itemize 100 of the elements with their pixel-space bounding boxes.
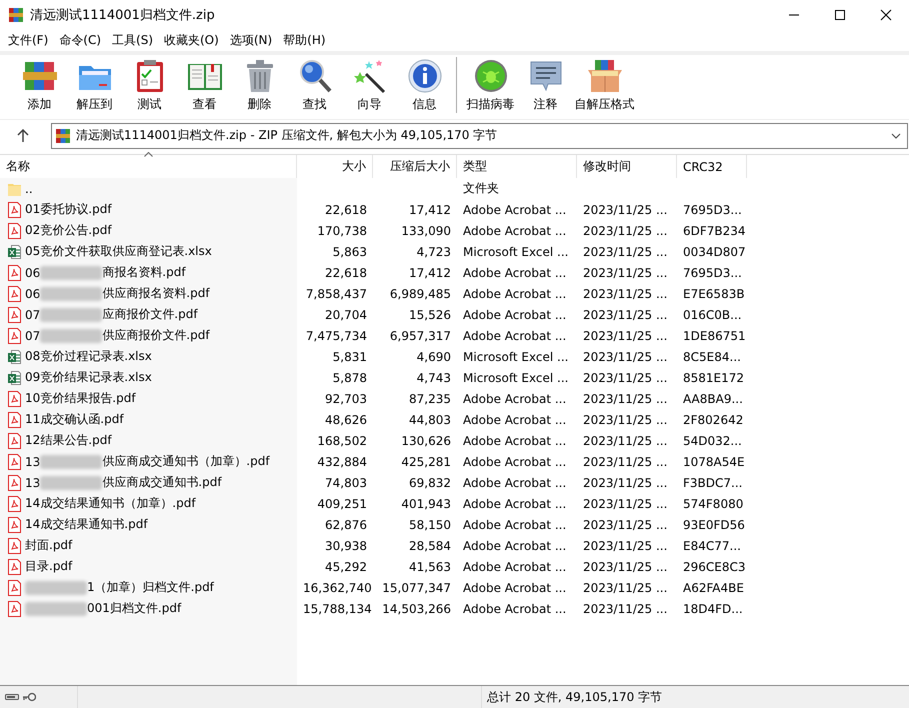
file-name[interactable]: 12结果公告.pdf xyxy=(25,432,112,449)
table-cell-text: 130,626 xyxy=(400,434,452,448)
maximize-icon[interactable] xyxy=(834,9,846,21)
menu-item[interactable]: 文件(F) xyxy=(4,32,56,49)
table-cell-text: 170,738 xyxy=(316,224,368,238)
menu-item[interactable]: 选项(N) xyxy=(226,32,280,49)
file-name[interactable]: 06 xyxy=(25,266,40,280)
table-cell-text: 401,943 xyxy=(400,496,452,510)
toolbar-button[interactable]: 解压到 xyxy=(67,55,122,113)
file-name[interactable]: 05竞价文件获取供应商登记表.xlsx xyxy=(25,243,212,260)
table-cell-text: Adobe Acrobat ... xyxy=(462,328,568,342)
pdf-file-icon xyxy=(8,558,21,574)
menu-item[interactable]: 帮助(H) xyxy=(279,32,333,49)
table-cell-text: 18D4FD... xyxy=(682,602,744,616)
file-name[interactable]: 供应商成交通知书（加章）.pdf xyxy=(102,453,270,470)
toolbar-button[interactable]: 注释 xyxy=(518,55,573,113)
file-name[interactable]: 应商报价文件.pdf xyxy=(102,306,198,323)
file-name[interactable]: 14成交结果通知书.pdf xyxy=(25,516,148,533)
file-name[interactable]: 商报名资料.pdf xyxy=(102,264,186,281)
toolbar-button[interactable]: 扫描病毒 xyxy=(463,55,518,113)
menu-item[interactable]: 工具(S) xyxy=(108,32,160,49)
table-cell-text: 16,362,740 xyxy=(302,580,373,594)
table-cell-text: Adobe Acrobat ... xyxy=(462,602,568,616)
info-icon xyxy=(406,58,442,94)
table-cell-text: 2023/11/25 ... xyxy=(582,538,668,552)
up-arrow-icon[interactable] xyxy=(17,128,29,142)
pdf-file-icon xyxy=(8,328,21,344)
toolbar-button[interactable]: 测试 xyxy=(122,55,177,113)
file-name[interactable]: 14成交结果通知书（加章）.pdf xyxy=(25,495,196,512)
table-cell-text: 6,957,317 xyxy=(388,328,452,342)
table-cell-text: A62FA4BE xyxy=(682,580,745,594)
table-cell-text: Microsoft Excel ... xyxy=(462,350,570,364)
column-header[interactable]: 类型 xyxy=(457,155,577,178)
table-cell-text: 2023/11/25 ... xyxy=(582,244,668,258)
toolbar-button[interactable]: 查看 xyxy=(177,55,232,113)
table-cell-text: 8C5E84... xyxy=(682,350,742,364)
column-header[interactable]: 压缩后大小 xyxy=(373,155,457,178)
spreadsheet-file-icon xyxy=(8,370,21,386)
file-name[interactable]: 1（加章）归档文件.pdf xyxy=(87,579,214,596)
table-cell-text: 22,618 xyxy=(324,266,368,280)
toolbar-button[interactable]: 自解压格式 xyxy=(573,55,636,113)
file-name[interactable]: 02竞价公告.pdf xyxy=(25,222,112,239)
file-name[interactable]: 10竞价结果报告.pdf xyxy=(25,390,136,407)
table-cell-text: 87,235 xyxy=(408,392,452,406)
table-cell-text: Adobe Acrobat ... xyxy=(462,538,568,552)
toolbar-button[interactable]: 向导 xyxy=(342,55,397,113)
window-title: 清远测试1114001归档文件.zip xyxy=(30,7,216,24)
table-cell-text: Adobe Acrobat ... xyxy=(462,308,568,322)
table-cell-text: 41,563 xyxy=(408,560,452,574)
pdf-file-icon xyxy=(8,538,21,554)
file-name[interactable]: 供应商报价文件.pdf xyxy=(102,327,210,344)
file-name[interactable]: 07 xyxy=(25,308,40,322)
column-header[interactable]: 修改时间 xyxy=(577,155,677,178)
table-cell-text: 2023/11/25 ... xyxy=(582,392,668,406)
column-header[interactable]: 名称 xyxy=(0,155,297,178)
pdf-file-icon xyxy=(8,306,21,322)
table-cell-text: 2023/11/25 ... xyxy=(582,518,668,532)
file-name[interactable]: 06 xyxy=(25,286,40,300)
table-cell-text: 2023/11/25 ... xyxy=(582,580,668,594)
file-name[interactable]: 08竞价过程记录表.xlsx xyxy=(25,348,152,365)
table-cell-text: Adobe Acrobat ... xyxy=(462,560,568,574)
status-text: 总计 20 文件, 49,105,170 字节 xyxy=(486,688,662,706)
file-name[interactable]: .. xyxy=(25,182,33,196)
column-header[interactable]: CRC32 xyxy=(677,155,747,178)
table-cell-text: 28,584 xyxy=(408,538,452,552)
table-cell-text: 5,878 xyxy=(332,370,368,384)
file-name[interactable]: 09竞价结果记录表.xlsx xyxy=(25,369,152,386)
address-field[interactable]: 清远测试1114001归档文件.zip - ZIP 压缩文件, 解包大小为 49,105,170 字节 xyxy=(51,122,908,148)
table-cell-text: 20,704 xyxy=(324,308,368,322)
blurred-patch xyxy=(25,580,87,594)
toolbar-button[interactable]: 删除 xyxy=(232,55,287,113)
table-cell-text: Adobe Acrobat ... xyxy=(462,476,568,490)
archive-icon xyxy=(55,128,71,144)
table-cell-text: 17,412 xyxy=(408,202,452,216)
table-cell-text: 1DE86751 xyxy=(682,328,747,342)
file-name[interactable]: 供应商报名资料.pdf xyxy=(102,285,210,302)
toolbar-button[interactable]: 添加 xyxy=(12,55,67,113)
table-cell-text: 168,502 xyxy=(316,434,368,448)
table-cell-text: Adobe Acrobat ... xyxy=(462,454,568,468)
file-name[interactable]: 13 xyxy=(25,476,40,490)
file-name[interactable]: 001归档文件.pdf xyxy=(87,600,182,617)
menu-item[interactable]: 收藏夹(O) xyxy=(160,32,226,49)
blurred-patch xyxy=(40,286,102,300)
table-cell-text: 92,703 xyxy=(324,392,368,406)
toolbar-button[interactable]: 查找 xyxy=(287,55,342,113)
column-header[interactable]: 大小 xyxy=(297,155,373,178)
menu-item[interactable]: 命令(C) xyxy=(55,32,108,49)
file-name[interactable]: 目录.pdf xyxy=(25,558,72,575)
file-name[interactable]: 供应商成交通知书.pdf xyxy=(102,474,222,491)
dropdown-caret-icon[interactable] xyxy=(891,132,901,138)
toolbar-button[interactable]: 信息 xyxy=(397,55,452,113)
close-icon[interactable] xyxy=(880,9,892,21)
table-cell-text: Adobe Acrobat ... xyxy=(462,434,568,448)
table-cell-text: Adobe Acrobat ... xyxy=(462,496,568,510)
pdf-file-icon xyxy=(8,412,21,428)
file-name[interactable]: 11成交确认函.pdf xyxy=(25,411,124,428)
file-name[interactable]: 01委托协议.pdf xyxy=(25,201,112,218)
file-name[interactable]: 13 xyxy=(25,454,40,468)
file-name[interactable]: 封面.pdf xyxy=(25,537,72,554)
file-name[interactable]: 07 xyxy=(25,328,40,342)
